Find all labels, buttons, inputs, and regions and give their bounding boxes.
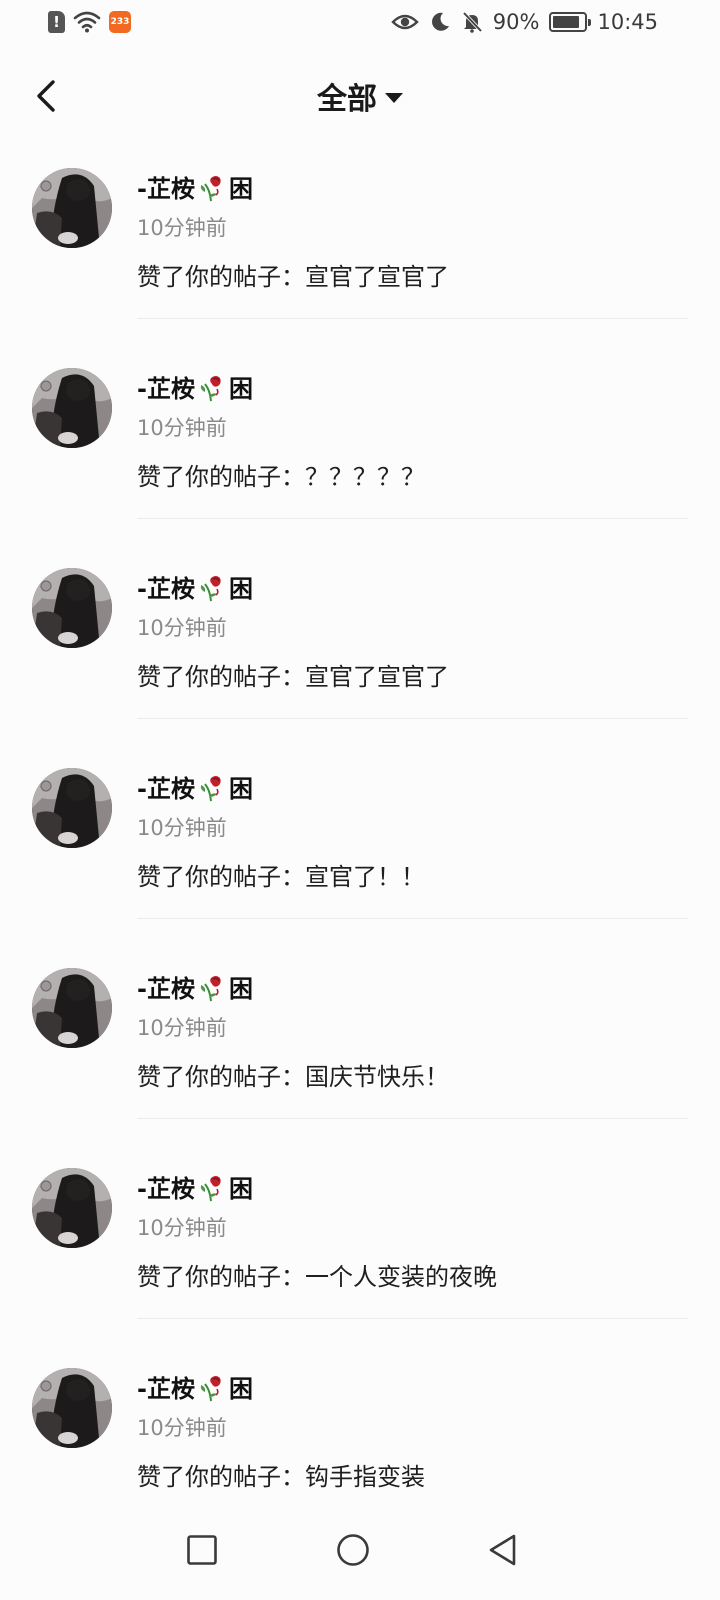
status-bar: 233 90% 10:45 xyxy=(0,0,720,48)
notification-message[interactable]: 赞了你的帖子：宣官了宣官了 xyxy=(137,657,449,692)
wilted-rose-icon xyxy=(200,775,221,801)
user-name[interactable]: -芷桉 困 xyxy=(137,1369,253,1404)
user-name-suffix: 困 xyxy=(228,575,253,603)
notification-message[interactable]: 赞了你的帖子：？？？？？ xyxy=(137,457,425,492)
wilted-rose-icon xyxy=(200,1375,221,1401)
user-name[interactable]: -芷桉 困 xyxy=(137,769,253,804)
wifi-icon xyxy=(73,11,101,33)
user-name[interactable]: -芷桉 困 xyxy=(137,569,253,604)
sim-alert-icon xyxy=(48,11,65,33)
avatar[interactable] xyxy=(32,168,112,248)
notification-message[interactable]: 赞了你的帖子：钩手指变装 xyxy=(137,1457,425,1492)
battery-percent: 90% xyxy=(492,10,540,34)
divider xyxy=(137,1318,688,1319)
user-name-text: -芷桉 xyxy=(137,575,195,603)
avatar[interactable] xyxy=(32,768,112,848)
timestamp: 10分钟前 xyxy=(137,416,227,440)
timestamp: 10分钟前 xyxy=(137,1216,227,1240)
avatar[interactable] xyxy=(32,1368,112,1448)
avatar-image xyxy=(32,768,112,848)
circle-icon xyxy=(337,1534,369,1566)
notification-message[interactable]: 赞了你的帖子：国庆节快乐！ xyxy=(137,1057,449,1092)
avatar-image xyxy=(32,968,112,1048)
user-name-suffix: 困 xyxy=(228,975,253,1003)
avatar[interactable] xyxy=(32,1168,112,1248)
avatar-image xyxy=(32,368,112,448)
timestamp: 10分钟前 xyxy=(137,216,227,240)
timestamp: 10分钟前 xyxy=(137,816,227,840)
triangle-back-icon xyxy=(489,1534,516,1566)
avatar-image xyxy=(32,1368,112,1448)
notification-item[interactable]: -芷桉 困 10分钟前 赞了你的帖子：宣官了！！ xyxy=(0,745,720,945)
notification-item[interactable]: -芷桉 困 10分钟前 赞了你的帖子：一个人变装的夜晚 xyxy=(0,1145,720,1345)
timestamp: 10分钟前 xyxy=(137,616,227,640)
notification-message[interactable]: 赞了你的帖子：一个人变装的夜晚 xyxy=(137,1257,497,1292)
timestamp: 10分钟前 xyxy=(137,1016,227,1040)
system-back-button[interactable] xyxy=(481,1528,525,1572)
user-name[interactable]: -芷桉 困 xyxy=(137,369,253,404)
wilted-rose-icon xyxy=(200,1175,221,1201)
user-name[interactable]: -芷桉 困 xyxy=(137,169,253,204)
user-name-text: -芷桉 xyxy=(137,1175,195,1203)
divider xyxy=(137,318,688,319)
notification-list: -芷桉 困 10分钟前 赞了你的帖子：宣官了宣官了 -芷桉 困 10分钟前 赞了… xyxy=(0,145,720,1545)
recents-button[interactable] xyxy=(180,1528,224,1572)
header: 全部 xyxy=(0,48,720,144)
avatar-image xyxy=(32,1168,112,1248)
divider xyxy=(137,1118,688,1119)
user-name-text: -芷桉 xyxy=(137,975,195,1003)
timestamp: 10分钟前 xyxy=(137,1416,227,1440)
notification-message[interactable]: 赞了你的帖子：宣官了！！ xyxy=(137,857,425,892)
user-name-suffix: 困 xyxy=(228,375,253,403)
system-nav-bar xyxy=(0,1504,720,1600)
app-badge-icon: 233 xyxy=(109,11,131,33)
user-name-suffix: 困 xyxy=(228,775,253,803)
user-name-text: -芷桉 xyxy=(137,175,195,203)
user-name[interactable]: -芷桉 困 xyxy=(137,1169,253,1204)
divider xyxy=(137,718,688,719)
status-right: 90% 10:45 xyxy=(391,10,658,34)
wilted-rose-icon xyxy=(200,375,221,401)
user-name-text: -芷桉 xyxy=(137,775,195,803)
moon-icon xyxy=(431,12,449,31)
user-name-suffix: 困 xyxy=(228,1175,253,1203)
battery-icon xyxy=(549,12,592,32)
notification-item[interactable]: -芷桉 困 10分钟前 赞了你的帖子：？？？？？ xyxy=(0,345,720,545)
user-name-text: -芷桉 xyxy=(137,1375,195,1403)
divider xyxy=(137,918,688,919)
bell-off-icon xyxy=(462,11,483,33)
user-name-suffix: 困 xyxy=(228,175,253,203)
avatar-image xyxy=(32,568,112,648)
clock: 10:45 xyxy=(597,10,658,34)
notification-item[interactable]: -芷桉 困 10分钟前 赞了你的帖子：宣官了宣官了 xyxy=(0,145,720,345)
avatar[interactable] xyxy=(32,368,112,448)
wilted-rose-icon xyxy=(200,175,221,201)
home-button[interactable] xyxy=(331,1528,375,1572)
avatar[interactable] xyxy=(32,568,112,648)
page-title: 全部 xyxy=(317,82,377,117)
notification-item[interactable]: -芷桉 困 10分钟前 赞了你的帖子：宣官了宣官了 xyxy=(0,545,720,745)
notification-item[interactable]: -芷桉 困 10分钟前 赞了你的帖子：国庆节快乐！ xyxy=(0,945,720,1145)
wilted-rose-icon xyxy=(200,575,221,601)
status-left: 233 xyxy=(48,11,131,33)
avatar[interactable] xyxy=(32,968,112,1048)
wilted-rose-icon xyxy=(200,975,221,1001)
avatar-image xyxy=(32,168,112,248)
divider xyxy=(137,518,688,519)
notification-message[interactable]: 赞了你的帖子：宣官了宣官了 xyxy=(137,257,449,292)
user-name-suffix: 困 xyxy=(228,1375,253,1403)
user-name-text: -芷桉 xyxy=(137,375,195,403)
filter-dropdown[interactable]: 全部 xyxy=(0,74,720,118)
eye-icon xyxy=(391,14,419,30)
caret-down-icon xyxy=(385,93,403,103)
square-icon xyxy=(187,1535,217,1565)
user-name[interactable]: -芷桉 困 xyxy=(137,969,253,1004)
